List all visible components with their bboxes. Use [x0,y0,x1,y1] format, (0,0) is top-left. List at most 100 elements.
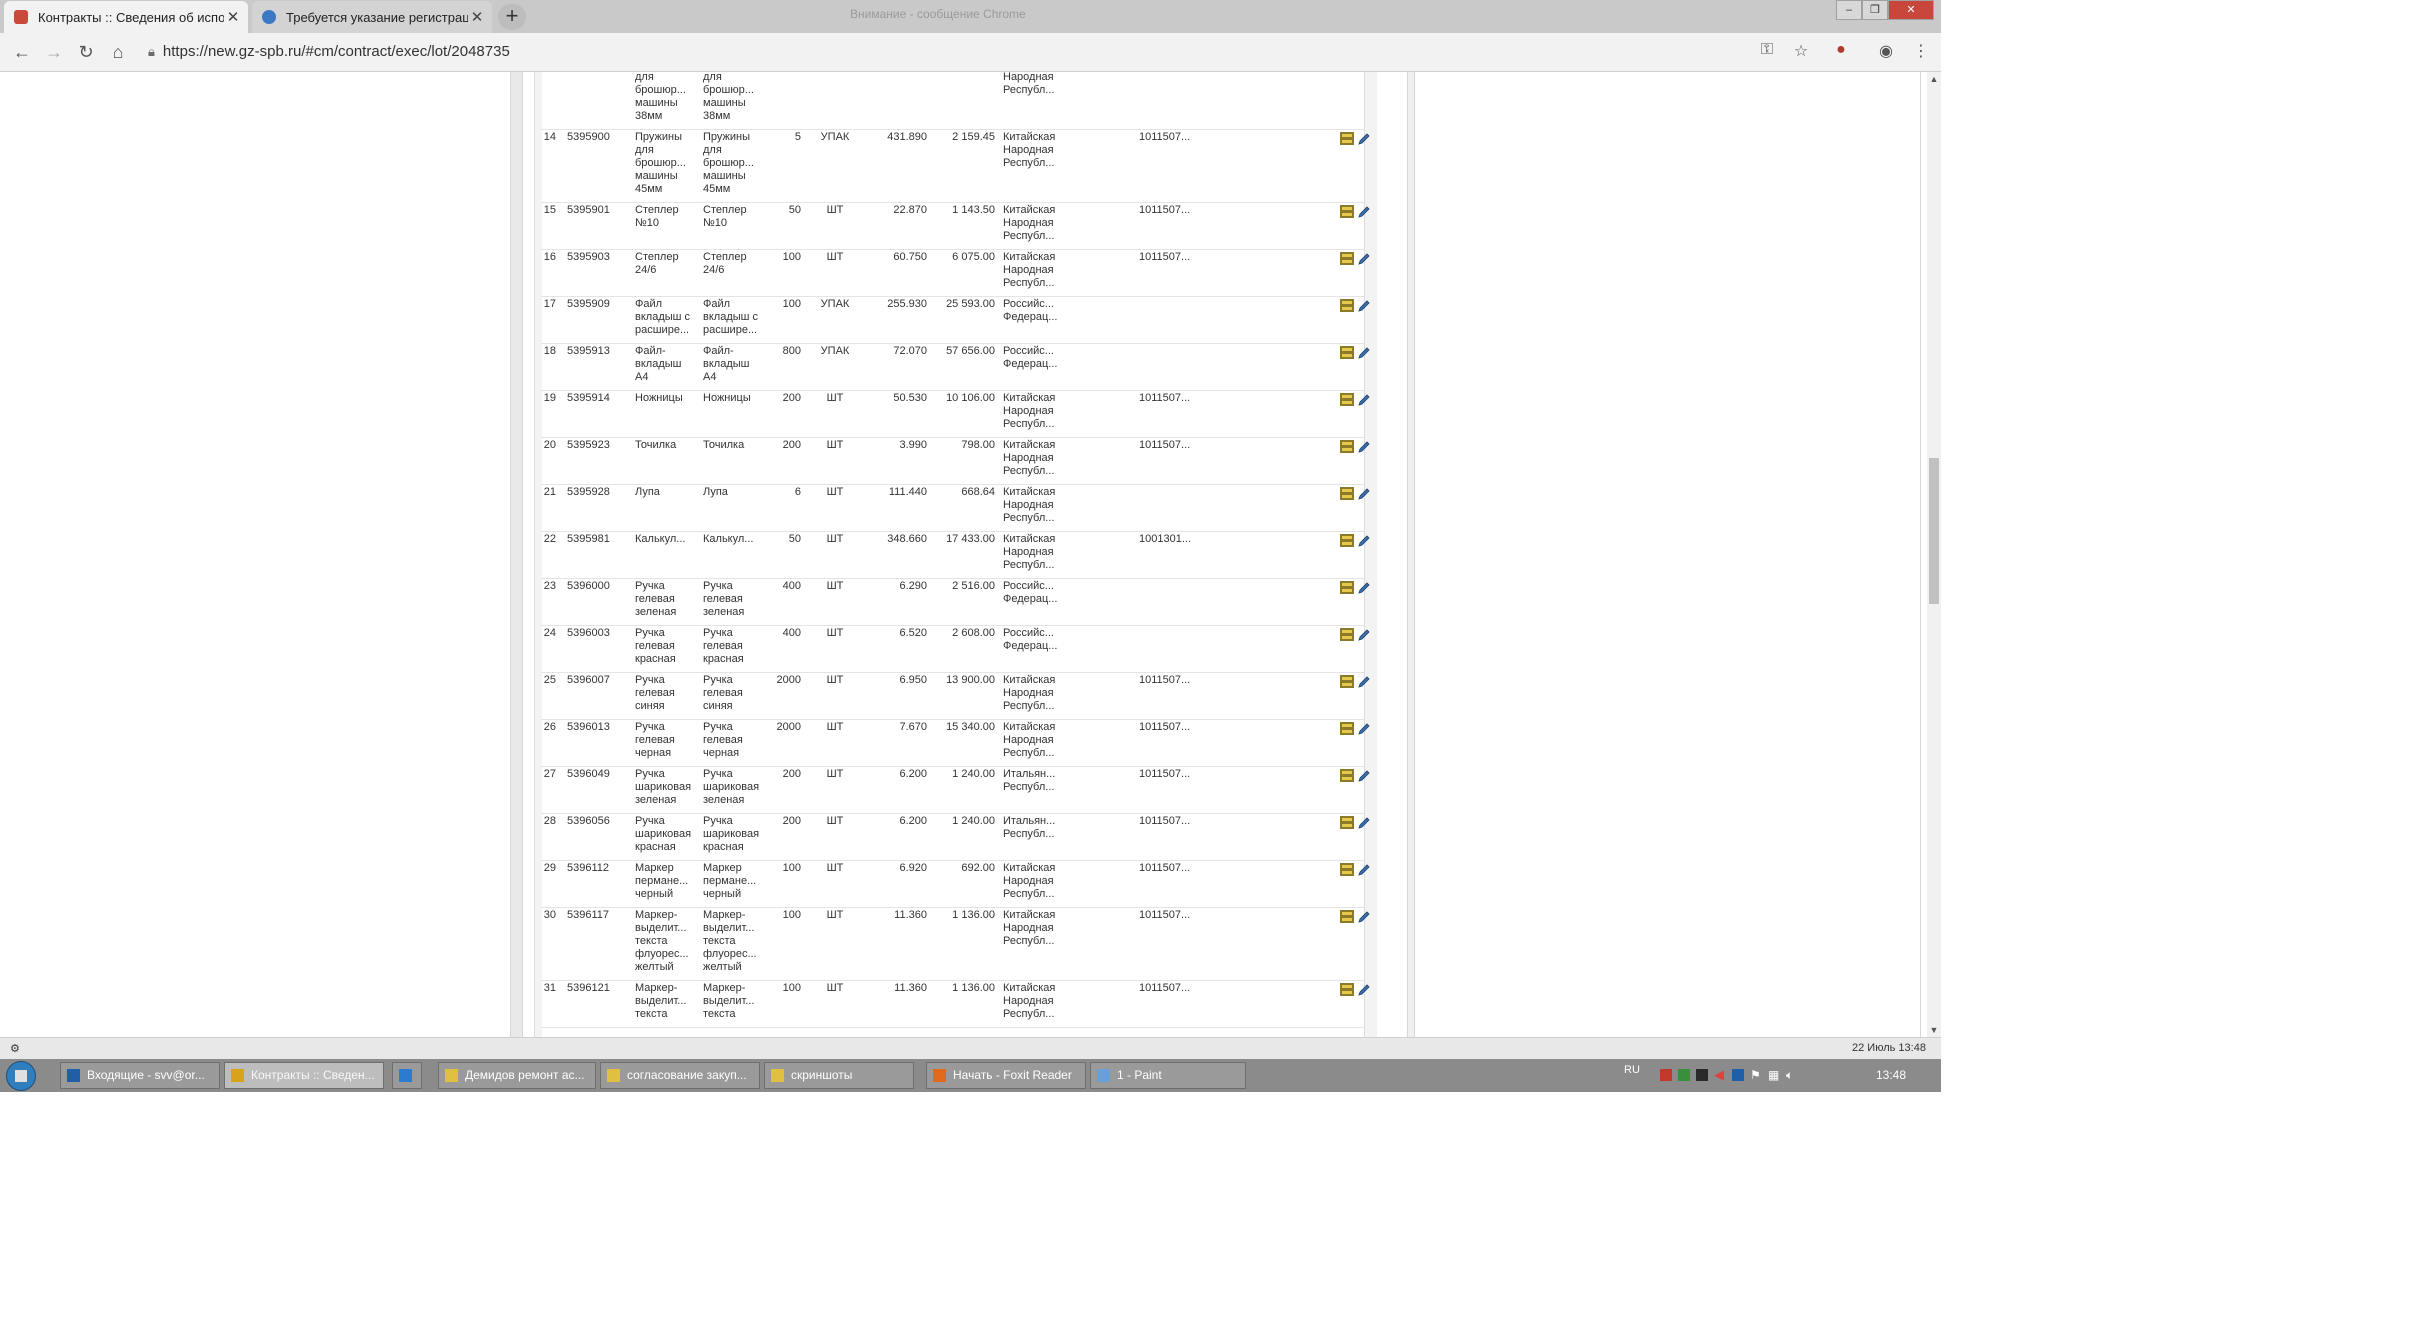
bookmark-star-icon[interactable]: ☆ [1790,41,1812,61]
edit-pencil-icon[interactable] [1357,205,1371,218]
archive-icon[interactable] [1340,252,1354,265]
edit-pencil-icon[interactable] [1357,769,1371,782]
item-quantity: 400 [782,580,801,592]
extension-icon[interactable]: ● [1830,41,1852,59]
item-sum: 25 593.00 [946,298,995,310]
edit-pencil-icon[interactable] [1357,346,1371,359]
item-unit: УПАК [820,298,850,310]
edit-pencil-icon[interactable] [1357,299,1371,312]
edit-pencil-icon[interactable] [1357,816,1371,829]
back-icon[interactable]: ← [10,40,34,64]
edit-pencil-icon[interactable] [1357,440,1371,453]
edit-pencil-icon[interactable] [1357,252,1371,265]
row-number: 27 [543,768,556,780]
taskbar-item[interactable]: согласование закуп... [600,1062,760,1089]
address-bar[interactable]: 🔒︎ https://new.gz-spb.ru/#cm/contract/exe… [148,37,1778,67]
edit-pencil-icon[interactable] [1357,722,1371,735]
taskbar-item[interactable]: Начать - Foxit Reader [926,1062,1086,1089]
archive-icon[interactable] [1340,299,1354,312]
archive-icon[interactable] [1340,863,1354,876]
archive-icon[interactable] [1340,816,1354,829]
item-unit: ШТ [826,862,844,874]
archive-icon[interactable] [1340,205,1354,218]
network-icon[interactable]: ▦ [1768,1068,1779,1082]
archive-icon[interactable] [1340,628,1354,641]
edit-pencil-icon[interactable] [1357,487,1371,500]
archive-icon[interactable] [1340,675,1354,688]
taskbar-item[interactable]: 1 - Paint [1090,1062,1246,1089]
edit-pencil-icon[interactable] [1357,132,1371,145]
row-number: 31 [543,982,556,994]
start-button[interactable] [6,1061,36,1091]
page-scrollbar[interactable]: ▲ ▼ [1927,72,1941,1037]
tray-warning-icon[interactable]: ◀ [1714,1067,1724,1083]
edit-pencil-icon[interactable] [1357,675,1371,688]
screen: Контракты :: Сведения об испол... ✕ Треб… [0,0,1941,1092]
home-icon[interactable]: ⌂ [106,40,130,64]
archive-icon[interactable] [1340,983,1354,996]
row-number: 26 [543,721,556,733]
scroll-up-icon[interactable]: ▲ [1927,74,1941,84]
row-number: 30 [543,909,556,921]
archive-icon[interactable] [1340,534,1354,547]
tray-monitor-icon[interactable] [1696,1069,1708,1081]
taskbar-item[interactable]: скриншоты [764,1062,914,1089]
archive-icon[interactable] [1340,132,1354,145]
item-country: Итальян... Республ... [1003,815,1056,840]
item-quantity: 800 [782,345,801,357]
key-icon[interactable]: ⚿ [1756,41,1778,59]
item-okpd-code: 1011507... [1139,862,1191,874]
tab-close-icon[interactable]: ✕ [468,8,486,26]
minimize-button[interactable]: – [1836,0,1862,20]
forward-icon[interactable]: → [42,40,66,64]
taskbar-item[interactable] [392,1062,422,1089]
taskbar-item[interactable]: Контракты :: Сведен... [224,1062,384,1089]
language-indicator[interactable]: RU [1624,1064,1640,1076]
archive-icon[interactable] [1340,487,1354,500]
item-price: 111.440 [888,486,927,498]
close-window-button[interactable]: ✕ [1888,0,1934,20]
archive-icon[interactable] [1340,769,1354,782]
archive-icon[interactable] [1340,910,1354,923]
tab-registration[interactable]: Требуется указание регистрац... ✕ [252,1,492,33]
taskbar-item[interactable]: Входящие - svv@or... [60,1062,220,1089]
item-code: 5396007 [567,674,610,686]
archive-icon[interactable] [1340,346,1354,359]
action-center-icon[interactable]: ⚑ [1750,1068,1761,1082]
tray-app-icon[interactable] [1678,1069,1690,1081]
reload-icon[interactable]: ↻ [74,40,98,64]
item-price: 60.750 [893,251,927,263]
item-price: 7.670 [899,721,927,733]
edit-pencil-icon[interactable] [1357,863,1371,876]
edit-pencil-icon[interactable] [1357,581,1371,594]
item-unit: ШТ [826,674,844,686]
item-okpd-code: 1011507... [1139,721,1191,733]
item-quantity: 5 [794,131,801,143]
scroll-down-icon[interactable]: ▼ [1927,1025,1941,1035]
clock[interactable]: 13:48 [1876,1068,1906,1082]
scrollbar-thumb[interactable] [1929,458,1939,604]
new-tab-button[interactable]: + [498,4,526,30]
tab-close-icon[interactable]: ✕ [224,8,242,26]
archive-icon[interactable] [1340,393,1354,406]
table-row: 20 5395923 Точилка Точилка 200 ШТ 3.990 798.00 К… [541,437,1370,485]
edit-pencil-icon[interactable] [1357,910,1371,923]
antivirus-icon[interactable] [1660,1069,1672,1081]
volume-icon[interactable]: 🔈︎ [1786,1068,1793,1083]
edit-pencil-icon[interactable] [1357,628,1371,641]
tab-contracts[interactable]: Контракты :: Сведения об испол... ✕ [4,1,248,33]
archive-icon[interactable] [1340,722,1354,735]
profile-avatar-icon[interactable]: ◉ [1875,41,1897,61]
edit-pencil-icon[interactable] [1357,393,1371,406]
outlook-tray-icon[interactable] [1732,1069,1744,1081]
item-sum: 798.00 [961,439,995,451]
archive-icon[interactable] [1340,581,1354,594]
edit-pencil-icon[interactable] [1357,983,1371,996]
window-title: Внимание - сообщение Chrome [850,7,1026,21]
edit-pencil-icon[interactable] [1357,534,1371,547]
taskbar-item[interactable]: Демидов ремонт ас... [438,1062,596,1089]
maximize-button[interactable]: ❐ [1862,0,1888,20]
archive-icon[interactable] [1340,440,1354,453]
menu-dots-icon[interactable]: ⋮ [1910,41,1932,61]
taskbar-item-label: Начать - Foxit Reader [953,1068,1072,1082]
